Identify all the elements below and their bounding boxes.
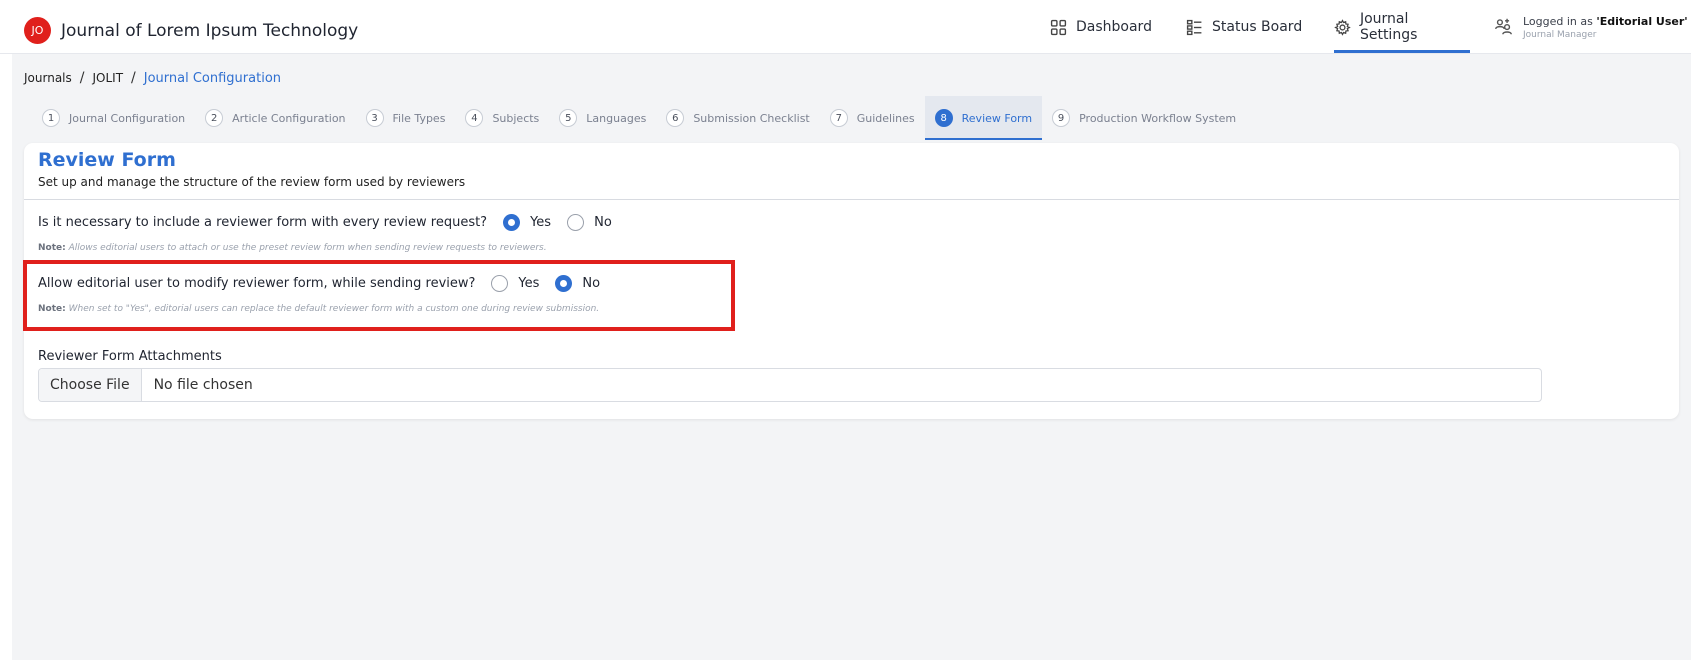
journal-title: Journal of Lorem Ipsum Technology <box>61 20 359 41</box>
journal-logo: JO <box>24 17 51 44</box>
step-label: Languages <box>586 111 647 125</box>
step-article-configuration[interactable]: 2 Article Configuration <box>195 96 355 140</box>
step-label: Subjects <box>492 111 540 125</box>
logged-in-prefix: Logged in as <box>1523 15 1597 28</box>
card-subtitle: Set up and manage the structure of the r… <box>38 175 466 189</box>
step-number: 3 <box>365 109 384 127</box>
reviewer-form-required-question: Is it necessary to include a reviewer fo… <box>38 214 612 231</box>
breadcrumb: Journals / JOLIT / Journal Configuration <box>24 70 281 86</box>
step-label: Production Workflow System <box>1079 111 1237 125</box>
user-role: Journal Manager <box>1523 30 1597 40</box>
brand[interactable]: JO Journal of Lorem Ipsum Technology <box>24 17 358 44</box>
divider <box>24 199 1679 200</box>
note-body: Allows editorial users to attach or use … <box>65 243 547 253</box>
note-body: When set to "Yes", editorial users can r… <box>65 304 600 314</box>
gear-icon <box>1334 18 1351 36</box>
breadcrumb-current: Journal Configuration <box>143 70 282 86</box>
step-label: Journal Configuration <box>69 111 186 125</box>
user-name: 'Editorial User' <box>1596 15 1688 28</box>
file-status: No file chosen <box>153 377 253 393</box>
file-input[interactable]: Choose File No file chosen <box>38 368 1542 402</box>
step-number: 8 <box>934 109 953 127</box>
question-text: Is it necessary to include a reviewer fo… <box>38 215 488 230</box>
allow-modify-form-question: Allow editorial user to modify reviewer … <box>38 275 600 292</box>
step-languages[interactable]: 5 Languages <box>549 96 656 140</box>
step-subjects[interactable]: 4 Subjects <box>455 96 549 140</box>
step-label: File Types <box>392 111 446 125</box>
board-icon <box>1186 19 1202 35</box>
breadcrumb-jolit[interactable]: JOLIT <box>92 71 123 85</box>
breadcrumb-journals[interactable]: Journals <box>24 71 72 85</box>
step-number: 2 <box>205 109 224 127</box>
step-journal-configuration[interactable]: 1 Journal Configuration <box>32 96 195 140</box>
logged-in-text: Logged in as 'Editorial User' <box>1523 15 1688 28</box>
allow-modify-no-radio[interactable] <box>555 275 573 292</box>
grid-icon <box>1050 19 1067 35</box>
step-number: 4 <box>465 109 484 127</box>
step-label: Guidelines <box>856 111 915 125</box>
step-file-types[interactable]: 3 File Types <box>356 96 456 140</box>
step-review-form[interactable]: 8 Review Form <box>924 96 1043 140</box>
users-icon <box>1495 18 1512 35</box>
note-text: Note: When set to "Yes", editorial users… <box>38 304 599 314</box>
nav-journal-settings[interactable]: Journal Settings <box>1334 0 1470 54</box>
review-form-card: Review Form Set up and manage the struct… <box>23 143 1679 419</box>
step-guidelines[interactable]: 7 Guidelines <box>820 96 925 140</box>
step-number: 5 <box>559 109 578 127</box>
breadcrumb-separator: / <box>131 70 136 86</box>
step-label: Article Configuration <box>232 111 346 125</box>
note-label: Note: <box>38 304 66 314</box>
nav-dashboard[interactable]: Dashboard <box>1050 0 1152 54</box>
step-number: 6 <box>666 109 685 127</box>
step-label: Submission Checklist <box>693 111 810 125</box>
config-steps: 1 Journal Configuration 2 Article Config… <box>32 96 1246 140</box>
reviewer-form-required-yes-radio[interactable] <box>503 214 521 231</box>
step-number: 1 <box>42 109 60 127</box>
step-number: 7 <box>829 109 848 127</box>
reviewer-form-required-no-radio[interactable] <box>567 214 585 231</box>
main-content: Journals / JOLIT / Journal Configuration… <box>12 54 1691 660</box>
step-production-workflow-system[interactable]: 9 Production Workflow System <box>1042 96 1246 140</box>
top-bar: JO Journal of Lorem Ipsum Technology Das… <box>0 0 1691 54</box>
radio-label-yes[interactable]: Yes <box>530 215 551 230</box>
question-text: Allow editorial user to modify reviewer … <box>38 276 476 291</box>
user-info: Logged in as 'Editorial User' Journal Ma… <box>1523 15 1688 40</box>
nav-dashboard-label: Dashboard <box>1076 19 1152 35</box>
radio-label-no[interactable]: No <box>582 276 600 291</box>
radio-label-no[interactable]: No <box>594 215 612 230</box>
user-menu[interactable]: Logged in as 'Editorial User' Journal Ma… <box>1494 15 1688 40</box>
choose-file-button[interactable]: Choose File <box>39 369 142 401</box>
breadcrumb-separator: / <box>79 70 85 86</box>
nav-status-board[interactable]: Status Board <box>1186 0 1302 54</box>
note-label: Note: <box>38 243 66 253</box>
step-number: 9 <box>1052 109 1071 127</box>
note-text: Note: Allows editorial users to attach o… <box>38 243 547 253</box>
step-label: Review Form <box>961 111 1033 125</box>
nav-journal-settings-label: Journal Settings <box>1359 11 1418 43</box>
highlight-box <box>23 260 735 331</box>
allow-modify-yes-radio[interactable] <box>491 275 509 292</box>
step-submission-checklist[interactable]: 6 Submission Checklist <box>656 96 819 140</box>
attachments-label: Reviewer Form Attachments <box>38 349 222 364</box>
card-title: Review Form <box>38 149 176 171</box>
radio-label-yes[interactable]: Yes <box>518 276 539 291</box>
nav-status-board-label: Status Board <box>1212 19 1303 35</box>
